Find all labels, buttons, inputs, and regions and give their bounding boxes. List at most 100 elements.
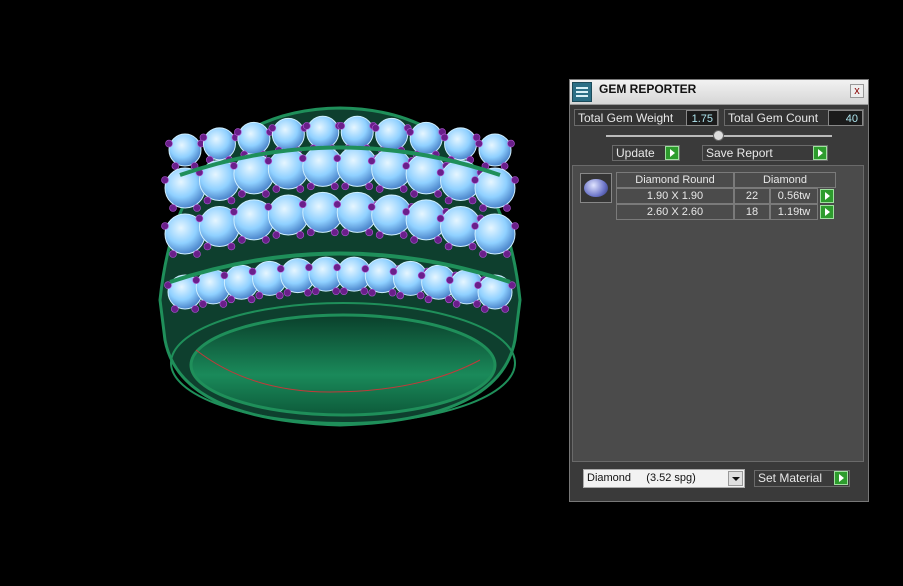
prong: [193, 204, 201, 212]
set-material-button[interactable]: Set Material: [754, 470, 850, 487]
prong: [479, 204, 487, 212]
prong: [264, 157, 273, 165]
set-material-label: Set Material: [758, 471, 823, 485]
gem-stone: [444, 127, 478, 161]
prong: [399, 231, 408, 239]
close-icon[interactable]: x: [850, 84, 864, 98]
prong: [367, 203, 376, 211]
gem-stone: [409, 121, 443, 155]
ring-render: [158, 106, 522, 427]
go-arrow-icon[interactable]: [820, 189, 834, 203]
prong: [195, 214, 204, 223]
go-arrow-icon[interactable]: [813, 146, 827, 160]
prong: [507, 139, 515, 148]
prong: [368, 288, 376, 297]
table-row-size: 2.60 X 2.60: [616, 204, 734, 220]
gem-stone: [474, 213, 516, 255]
go-arrow-icon[interactable]: [820, 205, 834, 219]
prong: [436, 168, 445, 177]
prong: [503, 250, 511, 258]
prong: [468, 196, 477, 205]
gem-stone: [306, 115, 340, 149]
prong: [220, 271, 229, 280]
prong: [275, 291, 284, 300]
prong: [306, 228, 315, 237]
prong: [238, 190, 246, 198]
prong: [410, 190, 418, 198]
prong: [371, 124, 380, 132]
prong: [268, 124, 277, 132]
prong: [511, 176, 519, 184]
3d-viewport[interactable]: [0, 0, 560, 581]
prong: [360, 287, 369, 295]
prong: [227, 295, 235, 304]
prong: [503, 204, 511, 212]
save-report-button[interactable]: Save Report: [702, 145, 828, 161]
gem-reporter-icon: [572, 82, 592, 102]
gem-thumbnail-icon: [580, 173, 612, 203]
prong: [389, 267, 398, 276]
prong: [305, 263, 313, 272]
gem-stone: [478, 133, 512, 167]
prong: [417, 271, 426, 280]
go-arrow-icon[interactable]: [834, 471, 848, 485]
prong: [446, 276, 454, 284]
gem-stone: [375, 117, 409, 151]
prong: [500, 162, 509, 170]
panel-titlebar[interactable]: GEM REPORTER x: [570, 80, 868, 105]
prong: [227, 196, 236, 205]
prong: [247, 295, 256, 304]
slider-handle[interactable]: [713, 130, 724, 141]
prong: [272, 185, 281, 193]
table-row-size: 1.90 X 1.90: [616, 188, 734, 204]
prong: [227, 242, 236, 251]
prong: [337, 122, 346, 130]
material-select[interactable]: Diamond (3.52 spg): [583, 469, 745, 488]
gem-stone: [336, 145, 378, 187]
prong: [365, 228, 374, 237]
prong: [475, 139, 483, 148]
prong: [410, 236, 418, 244]
prong: [361, 265, 370, 273]
prong: [402, 208, 410, 216]
ring-inner: [189, 313, 497, 417]
gem-reporter-panel: GEM REPORTER x Total Gem Weight 1.75 Tot…: [569, 79, 869, 502]
prong: [262, 236, 270, 244]
prong: [375, 231, 384, 239]
prong: [283, 288, 292, 297]
prong: [234, 128, 242, 136]
prong: [298, 200, 307, 209]
material-select-value: Diamond (3.52 spg): [587, 472, 696, 484]
prong: [230, 208, 238, 216]
gem-stone: [336, 191, 378, 233]
go-arrow-icon[interactable]: [665, 146, 679, 160]
prong: [264, 203, 273, 211]
prong: [402, 162, 410, 170]
prong: [238, 236, 246, 244]
prong: [330, 182, 339, 191]
prong: [330, 228, 339, 237]
prong: [333, 154, 342, 163]
update-button[interactable]: Update: [612, 145, 680, 161]
prong: [161, 176, 169, 184]
prong: [298, 154, 307, 163]
prong: [468, 242, 477, 251]
prong: [341, 182, 350, 191]
prong: [434, 190, 442, 198]
prong: [230, 162, 238, 170]
prong: [161, 222, 169, 230]
table-row-weight: 0.56tw: [770, 188, 818, 204]
prong: [367, 157, 376, 165]
prong: [169, 250, 177, 258]
prong: [424, 295, 433, 304]
prong: [444, 196, 453, 205]
prong: [444, 242, 453, 251]
prong: [399, 185, 408, 193]
prong: [193, 250, 201, 258]
prong: [203, 242, 212, 251]
prong: [276, 265, 285, 273]
prong: [479, 250, 487, 258]
dropdown-arrow-icon[interactable]: [728, 471, 743, 486]
prong: [306, 182, 315, 191]
prong: [192, 276, 200, 284]
